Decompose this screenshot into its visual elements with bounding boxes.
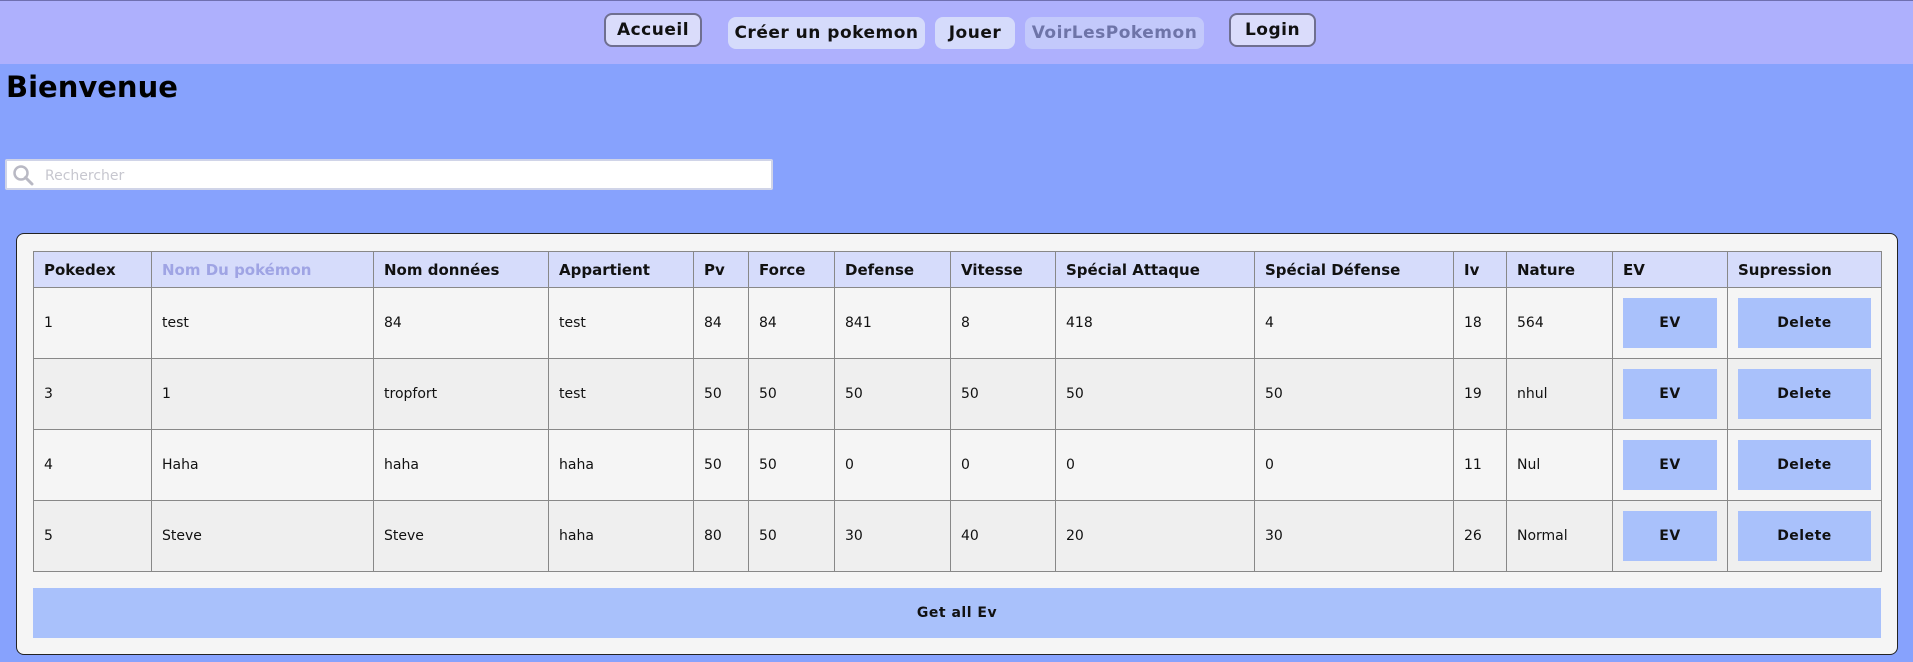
cell-defense: 50	[834, 358, 951, 430]
get-all-ev-button[interactable]: Get all Ev	[33, 588, 1881, 638]
cell-ev: EV	[1612, 500, 1728, 572]
cell-pokedex: 4	[33, 429, 152, 501]
cell-special-attaque: 20	[1055, 500, 1255, 572]
pokemon-table: Pokedex Nom Du pokémon Nom données Appar…	[33, 251, 1882, 572]
cell-special-defense: 30	[1254, 500, 1454, 572]
cell-vitesse: 0	[950, 429, 1056, 501]
nav-accueil-button[interactable]: Accueil	[604, 13, 702, 47]
table-row: 5 Steve Steve haha 80 50 30 40 20 30 26 …	[33, 500, 1882, 572]
delete-button[interactable]: Delete	[1738, 440, 1871, 490]
cell-iv: 18	[1453, 287, 1507, 359]
nav-creer-pokemon-button[interactable]: Créer un pokemon	[728, 17, 925, 49]
top-nav-bar: Accueil Créer un pokemon Jouer VoirLesPo…	[0, 0, 1913, 64]
cell-supression: Delete	[1727, 358, 1882, 430]
cell-pv: 50	[693, 358, 749, 430]
cell-vitesse: 50	[950, 358, 1056, 430]
column-header-force[interactable]: Force	[748, 251, 835, 288]
delete-button[interactable]: Delete	[1738, 369, 1871, 419]
cell-nom-donnees: Steve	[373, 500, 549, 572]
column-header-special-attaque[interactable]: Spécial Attaque	[1055, 251, 1255, 288]
cell-ev: EV	[1612, 358, 1728, 430]
cell-special-defense: 0	[1254, 429, 1454, 501]
cell-iv: 26	[1453, 500, 1507, 572]
cell-appartient: haha	[548, 500, 694, 572]
column-header-nom-donnees[interactable]: Nom données	[373, 251, 549, 288]
cell-nom: test	[151, 287, 374, 359]
cell-pv: 84	[693, 287, 749, 359]
cell-nom: 1	[151, 358, 374, 430]
cell-supression: Delete	[1727, 287, 1882, 359]
cell-appartient: test	[548, 358, 694, 430]
table-row: 1 test 84 test 84 84 841 8 418 4 18 564 …	[33, 287, 1882, 359]
cell-supression: Delete	[1727, 429, 1882, 501]
cell-nature: nhul	[1506, 358, 1613, 430]
cell-nom-donnees: 84	[373, 287, 549, 359]
cell-nom: Haha	[151, 429, 374, 501]
cell-iv: 19	[1453, 358, 1507, 430]
cell-defense: 0	[834, 429, 951, 501]
cell-force: 84	[748, 287, 835, 359]
delete-button[interactable]: Delete	[1738, 298, 1871, 348]
cell-ev: EV	[1612, 429, 1728, 501]
cell-pv: 50	[693, 429, 749, 501]
column-header-vitesse[interactable]: Vitesse	[950, 251, 1056, 288]
nav-jouer-button[interactable]: Jouer	[935, 17, 1015, 49]
cell-vitesse: 8	[950, 287, 1056, 359]
search-input[interactable]	[43, 161, 767, 190]
delete-button[interactable]: Delete	[1738, 511, 1871, 561]
column-header-pokedex[interactable]: Pokedex	[33, 251, 152, 288]
nav-login-button[interactable]: Login	[1229, 13, 1316, 47]
search-icon	[13, 165, 34, 186]
column-header-supression[interactable]: Supression	[1727, 251, 1882, 288]
page-title: Bienvenue	[6, 70, 178, 104]
pokemon-table-panel: Pokedex Nom Du pokémon Nom données Appar…	[16, 233, 1898, 655]
column-header-special-defense[interactable]: Spécial Défense	[1254, 251, 1454, 288]
column-header-nom-pokemon[interactable]: Nom Du pokémon	[151, 251, 374, 288]
cell-pokedex: 3	[33, 358, 152, 430]
cell-iv: 11	[1453, 429, 1507, 501]
cell-special-defense: 50	[1254, 358, 1454, 430]
nav-voir-pokemon-button[interactable]: VoirLesPokemon	[1025, 17, 1204, 49]
cell-nom-donnees: haha	[373, 429, 549, 501]
cell-nom-donnees: tropfort	[373, 358, 549, 430]
column-header-ev[interactable]: EV	[1612, 251, 1728, 288]
cell-force: 50	[748, 358, 835, 430]
cell-nom: Steve	[151, 500, 374, 572]
cell-nature: 564	[1506, 287, 1613, 359]
cell-special-attaque: 418	[1055, 287, 1255, 359]
cell-pv: 80	[693, 500, 749, 572]
cell-force: 50	[748, 500, 835, 572]
cell-defense: 841	[834, 287, 951, 359]
column-header-nature[interactable]: Nature	[1506, 251, 1613, 288]
cell-special-attaque: 50	[1055, 358, 1255, 430]
table-row: 4 Haha haha haha 50 50 0 0 0 0 11 Nul EV…	[33, 429, 1882, 501]
cell-vitesse: 40	[950, 500, 1056, 572]
ev-button[interactable]: EV	[1623, 369, 1717, 419]
search-bar	[5, 159, 773, 190]
cell-supression: Delete	[1727, 500, 1882, 572]
cell-special-defense: 4	[1254, 287, 1454, 359]
cell-pokedex: 5	[33, 500, 152, 572]
ev-button[interactable]: EV	[1623, 511, 1717, 561]
cell-defense: 30	[834, 500, 951, 572]
cell-force: 50	[748, 429, 835, 501]
cell-ev: EV	[1612, 287, 1728, 359]
column-header-appartient[interactable]: Appartient	[548, 251, 694, 288]
cell-appartient: test	[548, 287, 694, 359]
cell-appartient: haha	[548, 429, 694, 501]
column-header-defense[interactable]: Defense	[834, 251, 951, 288]
table-row: 3 1 tropfort test 50 50 50 50 50 50 19 n…	[33, 358, 1882, 430]
column-header-iv[interactable]: Iv	[1453, 251, 1507, 288]
column-header-pv[interactable]: Pv	[693, 251, 749, 288]
cell-pokedex: 1	[33, 287, 152, 359]
ev-button[interactable]: EV	[1623, 440, 1717, 490]
cell-special-attaque: 0	[1055, 429, 1255, 501]
cell-nature: Nul	[1506, 429, 1613, 501]
cell-nature: Normal	[1506, 500, 1613, 572]
table-header-row: Pokedex Nom Du pokémon Nom données Appar…	[33, 251, 1882, 288]
ev-button[interactable]: EV	[1623, 298, 1717, 348]
